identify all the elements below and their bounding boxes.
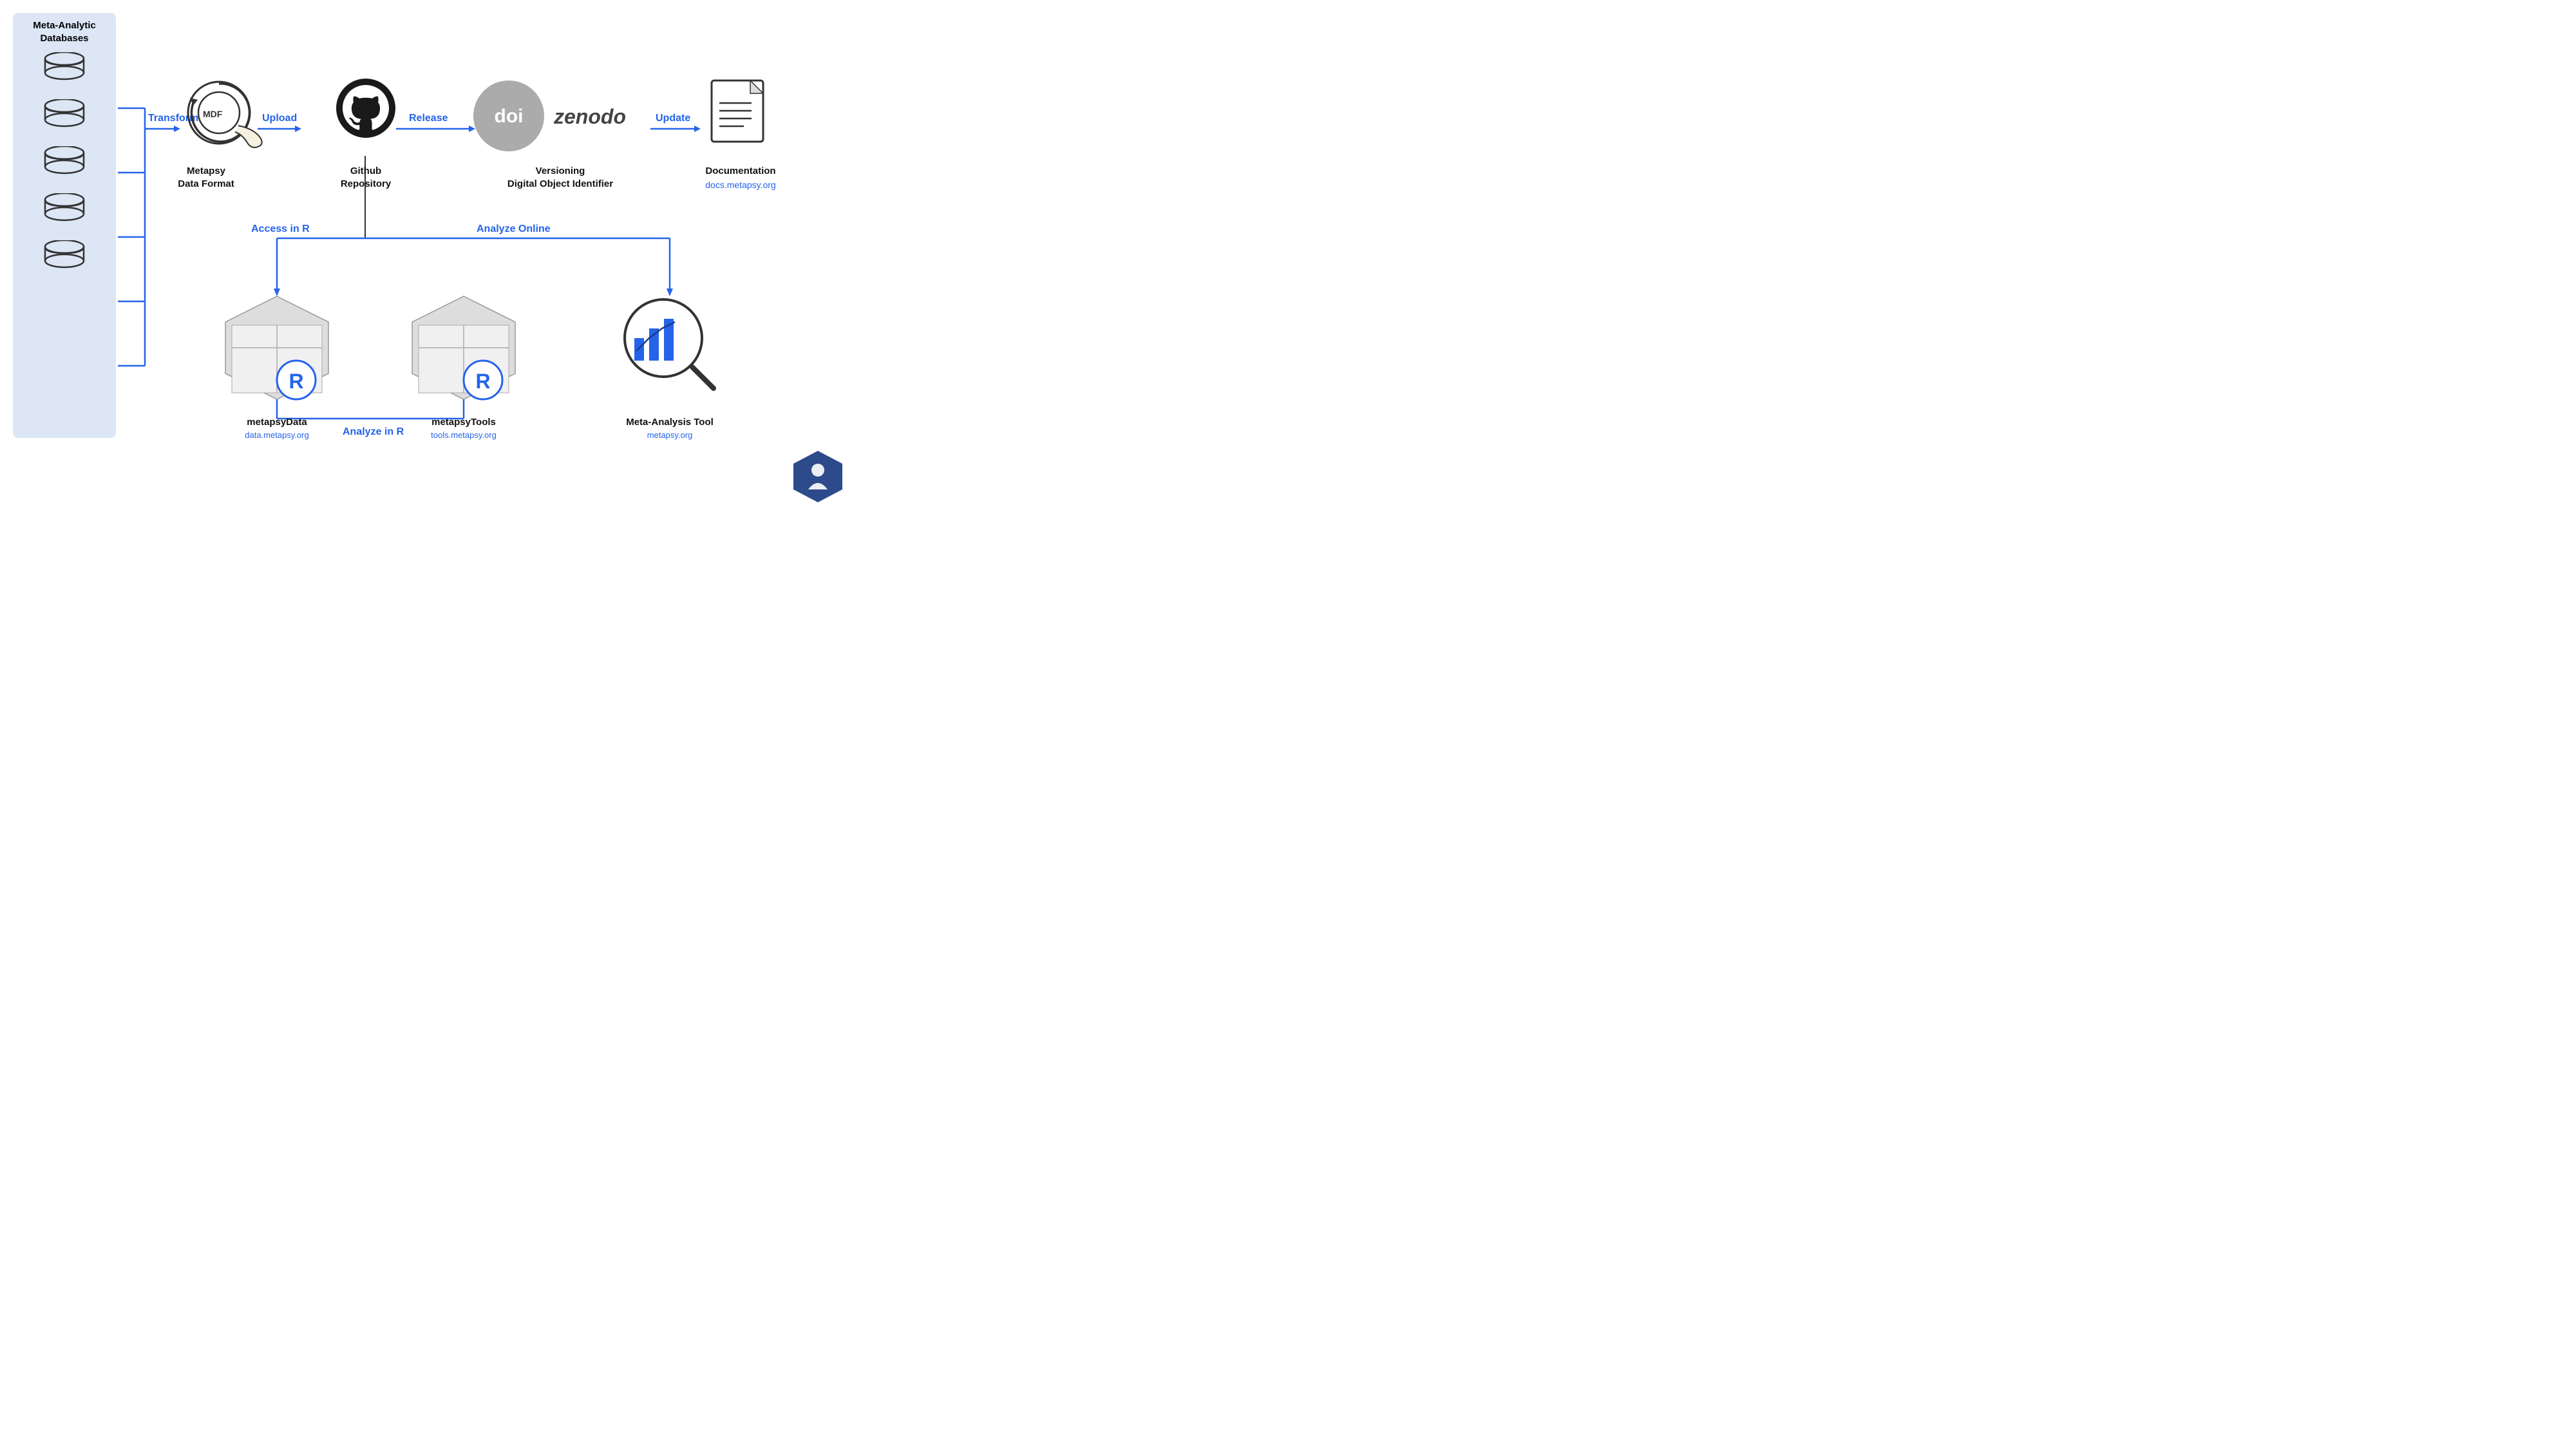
database-icon-4 (42, 193, 87, 229)
upload-label: Upload (262, 113, 297, 124)
github-label2: Repository (341, 178, 392, 189)
github-icon (336, 79, 395, 138)
metapsy-data-link: data.metapsy.org (245, 430, 308, 440)
github-label1: Github (350, 166, 381, 176)
database-icon-2 (42, 99, 87, 135)
svg-text:zenodo: zenodo (553, 105, 626, 128)
meta-analysis-tool-label: Meta-Analysis Tool (626, 417, 714, 428)
tape-measure-icon: MDF (188, 82, 262, 147)
access-in-r-label: Access in R (251, 223, 310, 234)
svg-text:doi: doi (495, 106, 524, 127)
svg-text:R: R (289, 370, 303, 393)
versioning-label1: Versioning (536, 166, 585, 176)
documentation-icon (712, 80, 763, 142)
analyze-in-r-label: Analyze in R (343, 426, 404, 437)
diagram-container: Meta-Analytic Databases (0, 0, 902, 507)
metapsy-data-format-label1: Metapsy (187, 166, 226, 176)
database-icons (19, 52, 109, 276)
meta-analysis-tool-link: metapsy.org (647, 430, 693, 440)
svg-text:R: R (475, 370, 490, 393)
transform-label: Transform (148, 113, 198, 124)
release-label: Release (409, 113, 448, 124)
main-diagram-svg: Transform Upload Release Update Access i… (0, 0, 902, 507)
metapsy-data-format-label2: Data Format (178, 178, 234, 189)
metapsy-tools-link: tools.metapsy.org (431, 430, 497, 440)
metapsy-tools-label: metapsyTools (431, 417, 496, 428)
database-icon-3 (42, 146, 87, 182)
versioning-label2: Digital Object Identifier (507, 178, 613, 189)
metapsy-logo: METAPSY (793, 451, 902, 502)
database-icon-5 (42, 240, 87, 276)
left-panel-title: Meta-Analytic Databases (19, 19, 109, 44)
documentation-link: docs.metapsy.org (705, 180, 775, 190)
left-panel: Meta-Analytic Databases (13, 13, 116, 438)
metapsy-tools-icon: R (412, 296, 515, 399)
doi-zenodo-icon: doi zenodo (473, 80, 626, 151)
update-label: Update (656, 113, 690, 124)
analyze-online-label: Analyze Online (477, 223, 551, 234)
meta-analysis-tool-icon (625, 299, 714, 388)
database-icon-1 (42, 52, 87, 88)
metapsy-data-label: metapsyData (247, 417, 307, 428)
metapsy-data-icon: R (225, 296, 328, 399)
documentation-label: Documentation (705, 166, 775, 176)
svg-text:MDF: MDF (203, 109, 223, 119)
